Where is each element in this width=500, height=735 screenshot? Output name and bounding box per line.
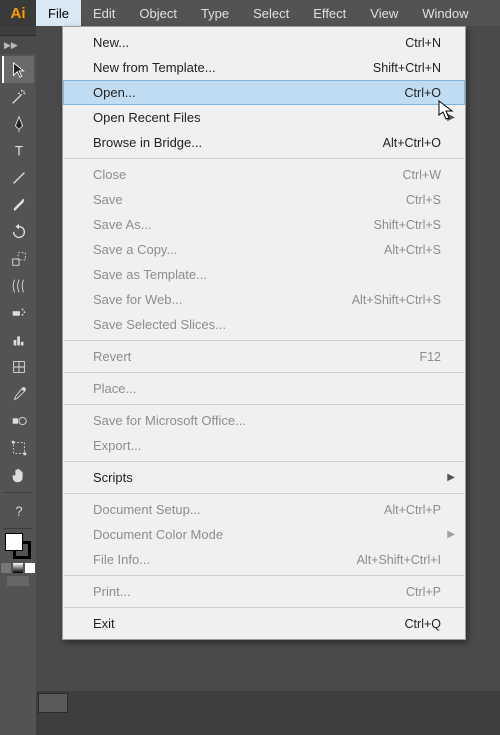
blend-tool[interactable] (2, 407, 34, 434)
menu-separator (64, 340, 464, 341)
menu-separator (64, 372, 464, 373)
menu-item-print: Print...Ctrl+P (63, 579, 465, 604)
app-window: Ai File Edit Object Type Select Effect V… (0, 0, 500, 735)
menu-item-document-setup: Document Setup...Alt+Ctrl+P (63, 497, 465, 522)
left-column: ▶▶ T ? (0, 26, 36, 735)
pen-tool[interactable] (2, 110, 34, 137)
brush-tool[interactable] (2, 191, 34, 218)
menu-separator (64, 493, 464, 494)
submenu-arrow-icon: ▶ (447, 472, 455, 483)
gradient-mode-btn[interactable] (13, 563, 23, 573)
menu-item-save: SaveCtrl+S (63, 187, 465, 212)
screen-mode-row (0, 576, 36, 586)
menu-item-save-copy: Save a Copy...Alt+Ctrl+S (63, 237, 465, 262)
menu-item-revert: RevertF12 (63, 344, 465, 369)
panel-tabstrip (0, 26, 36, 36)
menu-item-exit[interactable]: ExitCtrl+Q (63, 611, 465, 636)
menu-item-close: CloseCtrl+W (63, 162, 465, 187)
scale-tool[interactable] (2, 245, 34, 272)
menu-file[interactable]: File (36, 0, 81, 26)
tool-panel: T ? (0, 54, 36, 586)
menu-item-save-template: Save as Template... (63, 262, 465, 287)
submenu-arrow-icon: ▶ (447, 112, 455, 123)
collapse-chevron-icon[interactable]: ▶▶ (0, 36, 36, 54)
menu-separator (64, 404, 464, 405)
menu-item-new[interactable]: New...Ctrl+N (63, 30, 465, 55)
menu-item-new-from-template[interactable]: New from Template...Shift+Ctrl+N (63, 55, 465, 80)
menu-item-scripts[interactable]: Scripts▶ (63, 465, 465, 490)
panel-block[interactable] (38, 693, 68, 713)
menu-item-open[interactable]: Open...Ctrl+O (63, 80, 465, 105)
menu-select[interactable]: Select (241, 0, 301, 26)
screen-mode-btn[interactable] (7, 576, 29, 586)
menu-item-save-as: Save As...Shift+Ctrl+S (63, 212, 465, 237)
menu-item-save-slices: Save Selected Slices... (63, 312, 465, 337)
svg-text:T: T (15, 143, 23, 158)
color-mode-btn[interactable] (1, 563, 11, 573)
eyedropper-tool[interactable] (2, 380, 34, 407)
menu-item-browse-bridge[interactable]: Browse in Bridge...Alt+Ctrl+O (63, 130, 465, 155)
file-menu-dropdown: New...Ctrl+N New from Template...Shift+C… (62, 26, 466, 640)
selection-tool[interactable] (2, 56, 34, 83)
menu-item-place: Place... (63, 376, 465, 401)
bottom-panel (36, 691, 500, 735)
submenu-arrow-icon: ▶ (447, 529, 455, 540)
menu-object[interactable]: Object (127, 0, 189, 26)
menu-separator (64, 158, 464, 159)
menu-separator (64, 575, 464, 576)
fill-swatch[interactable] (5, 533, 23, 551)
menu-item-open-recent[interactable]: Open Recent Files▶ (63, 105, 465, 130)
svg-text:?: ? (15, 504, 22, 518)
mesh-tool[interactable] (2, 353, 34, 380)
help-icon[interactable]: ? (2, 497, 34, 524)
app-logo: Ai (0, 0, 36, 26)
menu-view[interactable]: View (358, 0, 410, 26)
artboard-tool[interactable] (2, 434, 34, 461)
menubar: Ai File Edit Object Type Select Effect V… (0, 0, 500, 26)
type-tool[interactable]: T (2, 137, 34, 164)
menu-item-save-for-web: Save for Web...Alt+Shift+Ctrl+S (63, 287, 465, 312)
magic-wand-tool[interactable] (2, 83, 34, 110)
menu-window[interactable]: Window (410, 0, 480, 26)
warp-tool[interactable] (2, 272, 34, 299)
hand-tool[interactable] (2, 461, 34, 488)
graph-tool[interactable] (2, 326, 34, 353)
menu-effect[interactable]: Effect (301, 0, 358, 26)
menu-edit[interactable]: Edit (81, 0, 127, 26)
color-mode-row (0, 563, 36, 573)
menu-separator (64, 607, 464, 608)
menu-item-save-ms-office: Save for Microsoft Office... (63, 408, 465, 433)
menu-item-file-info: File Info...Alt+Shift+Ctrl+I (63, 547, 465, 572)
none-mode-btn[interactable] (25, 563, 35, 573)
menu-separator (64, 461, 464, 462)
menu-item-export: Export... (63, 433, 465, 458)
fill-stroke-swatch[interactable] (5, 533, 31, 559)
menu-type[interactable]: Type (189, 0, 241, 26)
rotate-tool[interactable] (2, 218, 34, 245)
menu-item-document-color-mode: Document Color Mode▶ (63, 522, 465, 547)
line-tool[interactable] (2, 164, 34, 191)
symbol-sprayer-tool[interactable] (2, 299, 34, 326)
